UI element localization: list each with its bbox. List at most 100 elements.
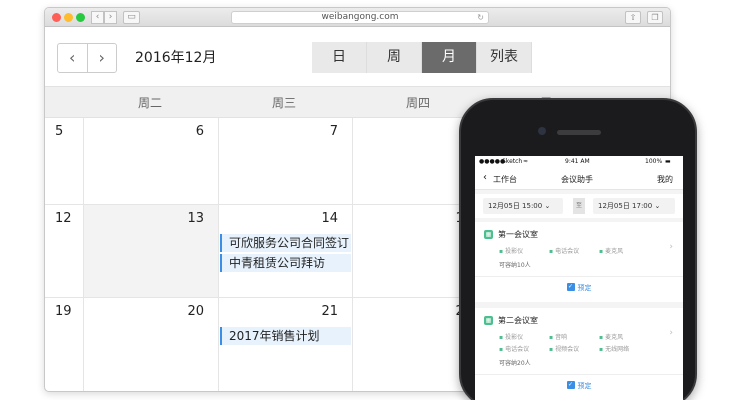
day-cell[interactable]: 6	[84, 118, 219, 205]
room-title: ▦ 第二会议室	[484, 315, 538, 326]
projector-icon: ▪	[499, 248, 504, 255]
back-chevron-icon[interactable]: ‹	[483, 172, 487, 183]
weekday-label: 周三	[271, 96, 296, 110]
room-feature: ▪ 麦克风	[599, 334, 624, 341]
sidebar-toggle-icon[interactable]: ▭	[123, 11, 140, 24]
view-tab-list[interactable]: 列表	[477, 42, 532, 73]
end-date-picker[interactable]: 12月05日 17:00 ⌄	[593, 198, 675, 214]
day-number: 5	[55, 124, 64, 139]
day-cell[interactable]: 21 2017年销售计划	[219, 298, 353, 391]
speaker-icon: ▪	[549, 334, 554, 341]
room-feature: ▪ 投影仪	[499, 334, 524, 341]
chevron-right-icon[interactable]: ›	[86, 44, 117, 72]
day-number: 6	[195, 124, 204, 139]
day-number: 20	[187, 304, 204, 319]
calendar-event[interactable]: 2017年销售计划	[220, 327, 351, 345]
battery-label: 100%	[645, 158, 663, 165]
status-time: 9:41 AM	[565, 158, 590, 165]
maximize-window-button[interactable]	[76, 13, 85, 22]
video-icon: ▪	[549, 346, 554, 353]
phone-screen: ●●●●● Sketch ≈ 9:41 AM 100% ▬ ‹ 工作台 会议助手…	[475, 156, 683, 400]
check-icon: ✓	[566, 381, 575, 389]
weekday-label: 周二	[137, 96, 162, 110]
minimize-window-button[interactable]	[64, 13, 73, 22]
day-cell[interactable]: 7	[219, 118, 353, 205]
day-cell[interactable]: 20	[84, 298, 219, 391]
day-number: 21	[321, 304, 338, 319]
date-separator: 至	[573, 198, 585, 214]
month-pager: ‹ ›	[57, 43, 117, 73]
url-text: weibangong.com	[321, 12, 399, 22]
room-name: 第一会议室	[498, 230, 538, 239]
room-feature: ▪ 投影仪	[499, 248, 524, 255]
app-title: 会议助手	[561, 175, 593, 184]
phone-camera	[538, 127, 546, 135]
room-card[interactable]: ▦ 第一会议室 › ▪ 投影仪 ▪ 电话会议 ▪ 麦克风 可容纳10人 ✓ 预定	[475, 222, 683, 302]
calendar-event[interactable]: 中青租赁公司拜访	[220, 254, 351, 272]
day-cell[interactable]: 14 可欣服务公司合同签订 中青租赁公司拜访	[219, 205, 353, 298]
wifi-icon: ▪	[599, 346, 604, 353]
room-title: ▦ 第一会议室	[484, 229, 538, 240]
calendar-toolbar: ‹ › 2016年12月 日 周 月 列表	[45, 28, 670, 86]
room-card[interactable]: ▦ 第二会议室 › ▪ 投影仪 ▪ 音响 ▪ 麦克风 ▪ 电话会议 ▪ 视频会议 ▪ 无线网络…	[475, 308, 683, 400]
back-button[interactable]: 工作台	[493, 174, 517, 185]
day-cell[interactable]: 13	[84, 205, 219, 298]
chevron-down-icon: ⌄	[654, 202, 661, 210]
month-label: 2016年12月	[135, 50, 217, 66]
start-date: 12月05日 15:00	[488, 202, 543, 210]
room-name: 第二会议室	[498, 316, 538, 325]
book-button[interactable]: ✓ 预定	[475, 374, 683, 396]
chevron-right-icon[interactable]: ›	[669, 328, 673, 338]
room-feature: ▪ 电话会议	[549, 248, 580, 255]
day-cell[interactable]: 5	[45, 118, 84, 205]
view-tab-month[interactable]: 月	[422, 42, 477, 73]
room-capacity: 可容纳10人	[499, 262, 531, 269]
view-tab-week[interactable]: 周	[367, 42, 422, 73]
chevron-right-icon[interactable]: ›	[669, 242, 673, 252]
room-feature: ▪ 音响	[549, 334, 568, 341]
calendar-event[interactable]: 可欣服务公司合同签订	[220, 234, 351, 252]
browser-titlebar: ‹ › ▭ weibangong.com ↻ ⇧ ❐	[45, 8, 670, 27]
phone-mockup: ●●●●● Sketch ≈ 9:41 AM 100% ▬ ‹ 工作台 会议助手…	[459, 98, 697, 400]
battery-icon: ▬	[665, 158, 671, 165]
my-button[interactable]: 我的	[657, 174, 673, 185]
room-capacity: 可容纳20人	[499, 360, 531, 367]
date-range-row: 12月05日 15:00 ⌄ 至 12月05日 17:00 ⌄	[475, 194, 683, 218]
end-date: 12月05日 17:00	[598, 202, 653, 210]
phone-speaker	[557, 130, 601, 135]
close-window-button[interactable]	[52, 13, 61, 22]
chevron-left-icon[interactable]: ‹	[58, 44, 87, 72]
start-date-picker[interactable]: 12月05日 15:00 ⌄	[483, 198, 563, 214]
room-feature: ▪ 电话会议	[499, 346, 530, 353]
day-cell[interactable]: 12	[45, 205, 84, 298]
phone-call-icon: ▪	[549, 248, 554, 255]
day-number: 12	[55, 211, 72, 226]
projector-icon: ▪	[499, 334, 504, 341]
browser-back-icon[interactable]: ‹	[91, 11, 104, 24]
app-header: ‹ 工作台 会议助手 我的	[475, 168, 683, 190]
phone-call-icon: ▪	[499, 346, 504, 353]
share-icon[interactable]: ⇧	[625, 11, 641, 24]
weekday-label: 周四	[405, 96, 430, 110]
day-number: 14	[321, 211, 338, 226]
phone-status-bar: ●●●●● Sketch ≈ 9:41 AM 100% ▬	[475, 156, 683, 168]
day-number: 19	[55, 304, 72, 319]
microphone-icon: ▪	[599, 248, 604, 255]
browser-forward-icon[interactable]: ›	[104, 11, 117, 24]
chevron-down-icon: ⌄	[544, 202, 551, 210]
reload-icon[interactable]: ↻	[477, 12, 484, 23]
tabs-icon[interactable]: ❐	[647, 11, 663, 24]
day-cell[interactable]: 19	[45, 298, 84, 391]
view-tab-day[interactable]: 日	[312, 42, 367, 73]
microphone-icon: ▪	[599, 334, 604, 341]
day-number: 7	[329, 124, 338, 139]
book-button[interactable]: ✓ 预定	[475, 276, 683, 298]
address-bar[interactable]: weibangong.com ↻	[231, 11, 489, 24]
view-switcher: 日 周 月 列表	[312, 42, 532, 73]
room-icon: ▦	[484, 316, 493, 325]
room-feature: ▪ 麦克风	[599, 248, 624, 255]
carrier-label: Sketch	[502, 158, 523, 165]
room-icon: ▦	[484, 230, 493, 239]
check-icon: ✓	[566, 283, 575, 291]
room-feature: ▪ 无线网络	[599, 346, 630, 353]
